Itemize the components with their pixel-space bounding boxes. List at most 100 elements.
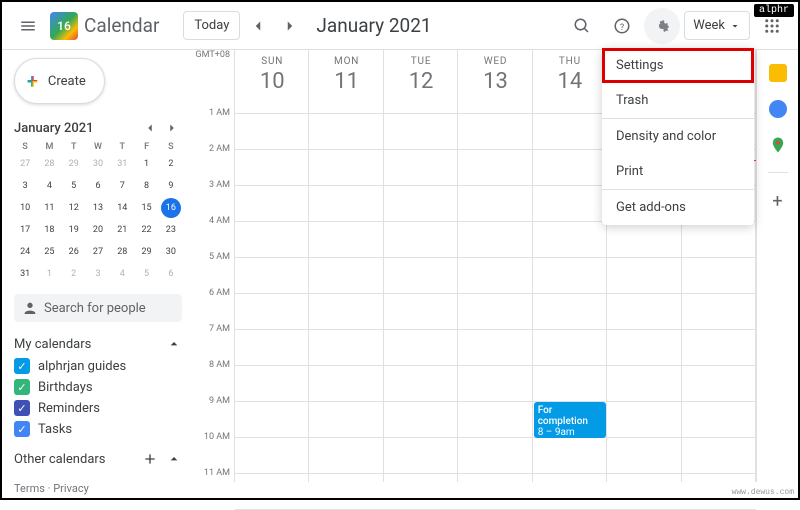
checkbox-icon[interactable]: ✓ — [14, 358, 30, 374]
hour-label: 1 AM — [194, 108, 230, 144]
hour-label: 7 AM — [194, 324, 230, 360]
calendar-list-item[interactable]: ✓alphrjan guides — [14, 358, 182, 374]
day-column[interactable] — [235, 50, 309, 482]
mini-cal-day[interactable]: 28 — [112, 242, 132, 262]
mini-cal-day[interactable]: 20 — [88, 220, 108, 240]
mini-cal-day[interactable]: 28 — [39, 154, 59, 174]
mini-cal-day[interactable]: 1 — [39, 264, 59, 284]
mini-cal-day[interactable]: 4 — [39, 176, 59, 196]
next-week-button[interactable] — [276, 12, 304, 40]
mini-cal-day[interactable]: 18 — [39, 220, 59, 240]
timezone-label: GMT+08 — [194, 50, 234, 114]
mini-cal-day[interactable]: 25 — [39, 242, 59, 262]
mini-cal-day[interactable]: 11 — [39, 198, 59, 218]
header: 16 Calendar Today January 2021 ? Week — [2, 2, 798, 50]
menu-item-addons[interactable]: Get add-ons — [602, 190, 754, 225]
hour-label: 11 AM — [194, 468, 230, 504]
menu-item-density[interactable]: Density and color — [602, 119, 754, 154]
mini-cal-day[interactable]: 4 — [112, 264, 132, 284]
mini-cal-day[interactable]: 6 — [88, 176, 108, 196]
other-calendars-header[interactable]: Other calendars — [14, 451, 182, 467]
prev-week-button[interactable] — [244, 12, 272, 40]
mini-cal-day[interactable]: 3 — [15, 176, 35, 196]
mini-cal-day[interactable]: 12 — [64, 198, 84, 218]
side-panel: + — [756, 50, 798, 482]
mini-cal-day[interactable]: 27 — [15, 154, 35, 174]
day-column[interactable] — [384, 50, 458, 482]
checkbox-icon[interactable]: ✓ — [14, 379, 30, 395]
logo[interactable]: 16 Calendar — [50, 12, 159, 40]
mini-cal-day[interactable]: 21 — [112, 220, 132, 240]
main-menu-icon[interactable] — [10, 8, 46, 44]
menu-item-trash[interactable]: Trash — [602, 83, 754, 118]
mini-cal-day[interactable]: 17 — [15, 220, 35, 240]
today-button[interactable]: Today — [183, 11, 240, 40]
mini-cal-day[interactable]: 2 — [161, 154, 181, 174]
hour-label: 2 AM — [194, 144, 230, 180]
view-selector[interactable]: Week — [684, 11, 750, 40]
mini-next-month[interactable] — [162, 118, 182, 138]
mini-cal-day[interactable]: 26 — [64, 242, 84, 262]
calendar-list-item[interactable]: ✓Reminders — [14, 400, 182, 416]
mini-cal-day[interactable]: 1 — [137, 154, 157, 174]
day-column[interactable] — [458, 50, 532, 482]
create-label: Create — [48, 74, 86, 89]
day-column[interactable] — [309, 50, 383, 482]
settings-gear-icon[interactable] — [644, 8, 680, 44]
mini-cal-day[interactable]: 31 — [112, 154, 132, 174]
settings-menu: Settings Trash Density and color Print G… — [602, 48, 754, 225]
hour-label: 3 AM — [194, 180, 230, 216]
mini-cal-day[interactable]: 27 — [88, 242, 108, 262]
calendar-list-item[interactable]: ✓Tasks — [14, 421, 182, 437]
my-calendars-header[interactable]: My calendars — [14, 336, 182, 352]
calendar-list-item[interactable]: ✓Birthdays — [14, 379, 182, 395]
keep-icon[interactable] — [769, 64, 787, 82]
add-calendar-icon[interactable] — [142, 451, 158, 467]
day-column[interactable] — [533, 50, 607, 482]
search-icon[interactable] — [564, 8, 600, 44]
checkbox-icon[interactable]: ✓ — [14, 400, 30, 416]
mini-cal-day[interactable]: 9 — [161, 176, 181, 196]
mini-cal-day[interactable]: 15 — [137, 198, 157, 218]
mini-cal-day[interactable]: 5 — [64, 176, 84, 196]
mini-cal-day[interactable]: 23 — [161, 220, 181, 240]
checkbox-icon[interactable]: ✓ — [14, 421, 30, 437]
mini-cal-day[interactable]: 30 — [161, 242, 181, 262]
date-range-title: January 2021 — [316, 14, 560, 37]
app-name: Calendar — [84, 14, 159, 37]
mini-cal-day[interactable]: 22 — [137, 220, 157, 240]
mini-cal-day[interactable]: 31 — [15, 264, 35, 284]
mini-cal-day[interactable]: 10 — [15, 198, 35, 218]
search-people-input[interactable]: Search for people — [14, 294, 182, 322]
mini-cal-day[interactable]: 3 — [88, 264, 108, 284]
mini-cal-day[interactable]: 14 — [112, 198, 132, 218]
mini-cal-day[interactable]: 30 — [88, 154, 108, 174]
mini-cal-day[interactable]: 16 — [161, 198, 181, 218]
add-addon-icon[interactable]: + — [772, 191, 782, 212]
mini-cal-day[interactable]: 29 — [137, 242, 157, 262]
mini-cal-day[interactable]: 7 — [112, 176, 132, 196]
mini-prev-month[interactable] — [140, 118, 160, 138]
mini-cal-day[interactable]: 29 — [64, 154, 84, 174]
mini-cal-day[interactable]: 19 — [64, 220, 84, 240]
mini-cal-day[interactable]: 2 — [64, 264, 84, 284]
create-button[interactable]: + Create — [14, 58, 105, 104]
menu-item-print[interactable]: Print — [602, 154, 754, 189]
mini-cal-day[interactable]: 5 — [137, 264, 157, 284]
chevron-up-icon — [166, 451, 182, 467]
footer-links[interactable]: Terms · Privacy — [14, 482, 89, 495]
maps-icon[interactable] — [769, 136, 787, 154]
help-icon[interactable]: ? — [604, 8, 640, 44]
tasks-icon[interactable] — [769, 100, 787, 118]
mini-cal-day[interactable]: 13 — [88, 198, 108, 218]
plus-icon: + — [27, 69, 38, 93]
menu-item-settings[interactable]: Settings — [602, 48, 754, 83]
search-placeholder: Search for people — [44, 301, 146, 316]
people-icon — [22, 300, 38, 316]
mini-cal-day[interactable]: 8 — [137, 176, 157, 196]
watermark-small: www.dewus.com — [732, 488, 794, 497]
hour-label: 10 AM — [194, 432, 230, 468]
mini-cal-day[interactable]: 6 — [161, 264, 181, 284]
mini-cal-day[interactable]: 24 — [15, 242, 35, 262]
mini-calendar[interactable]: SMTWTFS272829303112345678910111213141516… — [14, 142, 182, 284]
